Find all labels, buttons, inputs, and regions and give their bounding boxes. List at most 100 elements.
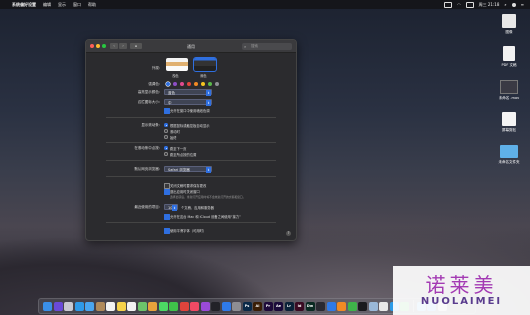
font-smoothing-checkbox[interactable] xyxy=(164,228,170,234)
dock-messages-icon[interactable] xyxy=(158,301,168,311)
accent-swatch[interactable] xyxy=(180,82,184,86)
desktop-item-label: 未命名 .mov xyxy=(498,96,520,100)
dock-pages-icon[interactable] xyxy=(337,301,346,311)
window-titlebar: ‹ › ⊞ 通用 ⌕ 搜索 xyxy=(86,40,296,53)
spotlight-icon[interactable]: ⌕ xyxy=(504,2,506,7)
dock-premiere-icon[interactable]: Pr xyxy=(263,301,273,311)
click-scrollbar-label: 在滚动条中点按: xyxy=(134,146,160,150)
dock-photos-icon[interactable] xyxy=(148,301,157,311)
click-scrollbar-radio-next-page[interactable] xyxy=(164,146,168,150)
dock-siri-icon[interactable] xyxy=(53,301,63,311)
dock-notes-icon[interactable] xyxy=(116,301,126,311)
menu-clock[interactable]: 周三 21:18 xyxy=(479,2,500,8)
dock-music-icon[interactable] xyxy=(190,301,199,311)
accent-swatch[interactable] xyxy=(201,82,205,86)
menu-view[interactable]: 显示 xyxy=(58,2,66,8)
desktop-item[interactable]: 未命名文件夹 xyxy=(489,145,529,165)
divider xyxy=(106,160,276,161)
menu-help[interactable]: 帮助 xyxy=(88,2,96,8)
accent-swatch[interactable] xyxy=(187,82,191,86)
airplay-icon[interactable] xyxy=(444,1,453,8)
wifi-icon[interactable]: ◠ xyxy=(457,2,461,7)
menu-edit[interactable]: 编辑 xyxy=(43,2,51,8)
dock-preview-icon[interactable] xyxy=(368,301,378,311)
siri-icon[interactable] xyxy=(511,2,516,7)
recent-items-label: 最近使用的项目: xyxy=(134,205,160,209)
scrollbars-radio-scrolling[interactable] xyxy=(164,129,168,133)
scrollbars-radio-auto[interactable] xyxy=(164,123,168,127)
default-browser-label: 默认网页浏览器: xyxy=(134,167,160,171)
accent-swatch[interactable] xyxy=(208,82,212,86)
dock-finder-icon[interactable] xyxy=(43,301,52,311)
handoff-checkbox[interactable] xyxy=(164,214,170,220)
accent-swatch[interactable] xyxy=(215,82,219,86)
accent-swatch[interactable] xyxy=(166,82,170,86)
dock-finalcut-icon[interactable] xyxy=(316,301,325,311)
dock-app-store-icon[interactable] xyxy=(221,301,231,311)
dock-safari-icon[interactable] xyxy=(74,301,84,311)
sidebar-icon-size-value: 中 xyxy=(168,101,172,105)
close-windows-on-quit-checkbox[interactable] xyxy=(164,189,170,195)
menu-app-name[interactable]: 系统偏好设置 xyxy=(12,2,36,8)
dock-news-icon[interactable] xyxy=(179,301,189,311)
dock-lightroom-icon[interactable]: Lr xyxy=(284,301,294,311)
watermark-logo: 诺莱美 NUOLAIMEI xyxy=(393,266,530,315)
close-windows-on-quit-label: 退出应用时关闭窗口 xyxy=(170,190,200,194)
desktop-item[interactable]: PDF 文稿 xyxy=(489,46,529,68)
appearance-label: 外观: xyxy=(151,66,160,70)
dock-launchpad-icon[interactable] xyxy=(64,301,73,311)
dock-indesign-icon[interactable]: Id xyxy=(295,301,304,311)
battery-icon[interactable] xyxy=(465,1,474,8)
ask-save-changes-checkbox[interactable] xyxy=(164,183,170,189)
dock-numbers-icon[interactable] xyxy=(347,301,357,311)
dock-contacts-icon[interactable] xyxy=(95,301,105,311)
dock-illustrator-icon[interactable]: Ai xyxy=(253,301,262,311)
search-field[interactable]: ⌕ 搜索 xyxy=(242,42,292,50)
appearance-light-label: 浅色 xyxy=(172,74,179,78)
dock-calendar-icon[interactable] xyxy=(106,301,115,311)
desktop-item-label: 未命名文件夹 xyxy=(498,160,520,164)
dock-system-preferences-icon[interactable] xyxy=(232,301,241,311)
menu-window[interactable]: 窗口 xyxy=(73,2,81,8)
desktop-item[interactable]: 图像 xyxy=(489,14,529,35)
menu-extras: ◠ 周三 21:18 ⌕ ≡ xyxy=(444,0,524,9)
desktop-item-label: 图像 xyxy=(505,30,513,34)
notification-center-icon[interactable]: ≡ xyxy=(521,2,524,7)
dock-maps-icon[interactable] xyxy=(137,301,147,311)
desktop-item[interactable]: 屏幕剪贴 xyxy=(489,112,529,133)
wallpaper-tint-checkbox[interactable] xyxy=(164,108,170,114)
show-scrollbars-label: 显示滚动条: xyxy=(141,123,160,127)
desktop-item-label: PDF 文稿 xyxy=(501,63,517,67)
click-scrollbar-radio-spot[interactable] xyxy=(164,152,168,156)
dock-chrome-icon[interactable] xyxy=(379,301,388,311)
screenshot-file-icon xyxy=(502,112,516,126)
accent-swatch[interactable] xyxy=(173,82,177,86)
dock-reminders-icon[interactable] xyxy=(127,301,136,311)
dock-tv-icon[interactable] xyxy=(211,301,220,311)
pdf-file-icon xyxy=(503,46,515,61)
desktop-item[interactable]: 未命名 .mov xyxy=(489,80,529,101)
close-windows-note: 选择此项后，重新打开应用时将不会恢复打开的文稿和窗口。 xyxy=(170,195,246,199)
accent-color-label: 强调色: xyxy=(148,82,160,86)
scrollbars-radio-always[interactable] xyxy=(164,135,168,139)
dock-photoshop-icon[interactable]: Ps xyxy=(242,301,252,311)
general-preferences-window: ‹ › ⊞ 通用 ⌕ 搜索 外观: 浅色 深色 强调色: 高亮显示颜色: 蓝色 … xyxy=(85,39,297,241)
scrollbars-option-label: 滚动时 xyxy=(170,130,180,134)
recent-items-suffix: 个文稿、应用和服务器 xyxy=(181,206,214,210)
help-button[interactable]: ? xyxy=(286,231,291,236)
dock-mail-icon[interactable] xyxy=(85,301,94,311)
dock-podcasts-icon[interactable] xyxy=(200,301,210,311)
default-browser-popup[interactable]: Safari 浏览器 ⇕ xyxy=(164,166,212,173)
appearance-dark-thumbnail[interactable] xyxy=(193,57,217,72)
highlight-color-popup[interactable]: 蓝色 ⇕ xyxy=(164,89,212,96)
dock-facetime-icon[interactable] xyxy=(169,301,178,311)
dock-dreamweaver-icon[interactable]: Dw xyxy=(305,301,315,311)
recent-items-popup[interactable]: 10 ⇕ xyxy=(164,204,178,211)
sidebar-icon-size-popup[interactable]: 中 ⇕ xyxy=(164,99,212,106)
appearance-light-thumbnail[interactable] xyxy=(166,58,188,71)
dock-keynote-icon[interactable] xyxy=(326,301,336,311)
image-file-icon xyxy=(502,14,516,28)
dock-terminal-icon[interactable] xyxy=(358,301,367,311)
accent-swatch[interactable] xyxy=(194,82,198,86)
dock-after-effects-icon[interactable]: Ae xyxy=(274,301,283,311)
